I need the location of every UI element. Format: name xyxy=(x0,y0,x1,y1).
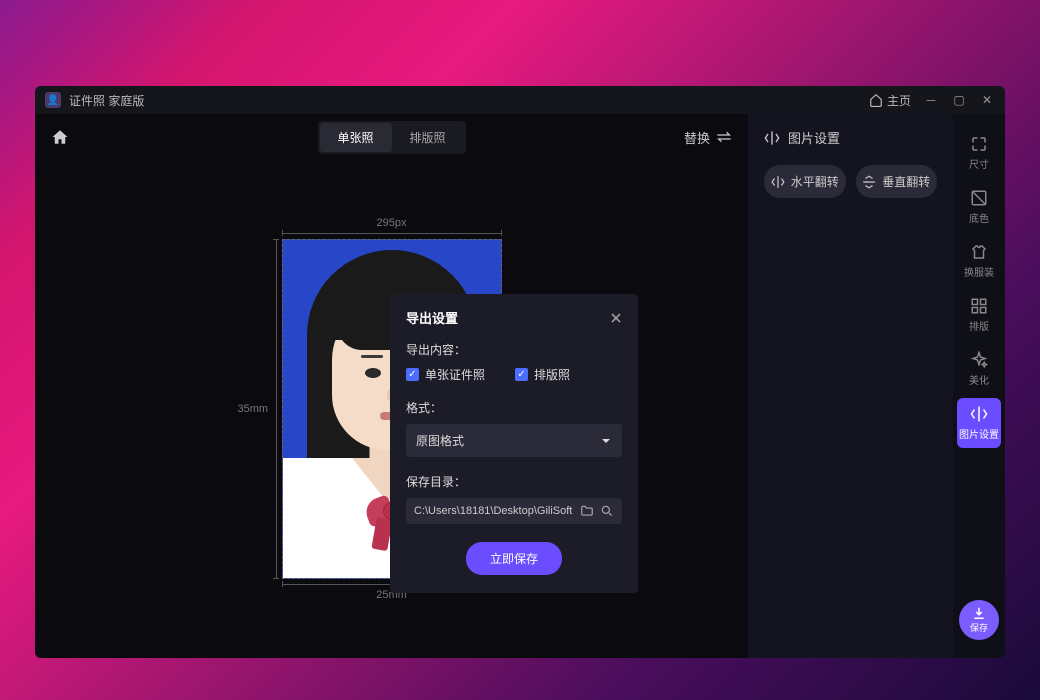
size-icon xyxy=(970,135,988,153)
swap-button[interactable]: 替换 xyxy=(684,128,732,147)
flip-horizontal-button[interactable]: 水平翻转 xyxy=(764,165,846,198)
maximize-button[interactable]: ▢ xyxy=(951,92,967,108)
browse-folder-button[interactable] xyxy=(580,504,594,518)
flip-h-icon xyxy=(771,175,785,189)
background-icon xyxy=(970,189,988,207)
minimize-button[interactable]: ─ xyxy=(923,92,939,108)
modal-title: 导出设置 xyxy=(406,308,458,327)
save-dir-input[interactable]: C:\Users\18181\Desktop\GiliSoft ID xyxy=(414,505,574,517)
rail-beauty-label: 美化 xyxy=(969,372,989,387)
flip-h-label: 水平翻转 xyxy=(791,173,839,190)
rail-background[interactable]: 底色 xyxy=(957,182,1001,232)
right-rail: 尺寸 底色 换服装 排版 美化 图片设置 xyxy=(953,114,1005,658)
swap-label: 替换 xyxy=(684,128,710,147)
format-label: 格式： xyxy=(406,399,622,416)
panel-header: 图片设置 xyxy=(764,128,937,147)
dimension-left: 35mm xyxy=(238,403,269,415)
rail-layout-label: 排版 xyxy=(969,318,989,333)
format-value: 原图格式 xyxy=(416,432,464,449)
modal-close-button[interactable] xyxy=(610,312,622,324)
rail-clothes[interactable]: 换服装 xyxy=(957,236,1001,286)
titlebar: 👤 证件照 家庭版 主页 ─ ▢ ✕ xyxy=(35,86,1005,114)
swap-icon xyxy=(716,131,732,143)
save-fab-button[interactable]: 保存 xyxy=(959,600,999,640)
close-button[interactable]: ✕ xyxy=(979,92,995,108)
checkbox-layout-label: 排版照 xyxy=(534,366,570,383)
export-settings-modal: 导出设置 导出内容： ✓ 单张证件照 ✓ 排版照 xyxy=(390,294,638,593)
home-icon xyxy=(869,93,883,107)
rail-layout[interactable]: 排版 xyxy=(957,290,1001,340)
titlebar-home-button[interactable]: 主页 xyxy=(869,92,911,109)
ruler-top xyxy=(282,233,502,234)
rail-image-settings[interactable]: 图片设置 xyxy=(957,398,1001,448)
export-content-label: 导出内容： xyxy=(406,341,622,358)
app-logo: 👤 xyxy=(45,92,61,108)
rail-size[interactable]: 尺寸 xyxy=(957,128,1001,178)
rail-bg-label: 底色 xyxy=(969,210,989,225)
export-save-button[interactable]: 立即保存 xyxy=(466,542,562,575)
tab-single[interactable]: 单张照 xyxy=(319,123,391,152)
panel-title: 图片设置 xyxy=(788,128,840,147)
flip-v-icon xyxy=(862,175,876,189)
flip-v-label: 垂直翻转 xyxy=(882,173,930,190)
canvas-area: 295px 35mm 25mm xyxy=(35,160,748,658)
save-fab-label: 保存 xyxy=(970,621,988,634)
checkbox-single-label: 单张证件照 xyxy=(425,366,485,383)
check-icon: ✓ xyxy=(406,368,419,381)
folder-icon xyxy=(580,504,594,518)
format-select[interactable]: 原图格式 xyxy=(406,424,622,457)
flip-vertical-button[interactable]: 垂直翻转 xyxy=(856,165,938,198)
dimension-top: 295px xyxy=(282,217,502,229)
rail-image-settings-label: 图片设置 xyxy=(959,426,999,441)
mode-tabs: 单张照 排版照 xyxy=(317,121,465,154)
save-dir-row: C:\Users\18181\Desktop\GiliSoft ID xyxy=(406,498,622,524)
chevron-down-icon xyxy=(600,435,612,447)
check-icon: ✓ xyxy=(515,368,528,381)
main-area: 单张照 排版照 替换 295px 35mm 25mm xyxy=(35,114,748,658)
mirror-icon xyxy=(970,405,988,423)
mirror-icon xyxy=(764,130,780,146)
home-button[interactable] xyxy=(51,128,69,146)
rail-clothes-label: 换服装 xyxy=(964,264,994,279)
app-title: 证件照 家庭版 xyxy=(69,92,869,109)
tab-layout[interactable]: 排版照 xyxy=(392,123,464,152)
checkbox-single[interactable]: ✓ 单张证件照 xyxy=(406,366,485,383)
checkbox-layout[interactable]: ✓ 排版照 xyxy=(515,366,570,383)
home-icon xyxy=(51,128,69,146)
rail-size-label: 尺寸 xyxy=(969,156,989,171)
ruler-left xyxy=(276,239,277,579)
shirt-icon xyxy=(970,243,988,261)
save-dir-label: 保存目录： xyxy=(406,473,622,490)
download-icon xyxy=(972,606,986,620)
side-panel: 图片设置 水平翻转 垂直翻转 xyxy=(748,114,953,658)
grid-icon xyxy=(970,297,988,315)
titlebar-home-label: 主页 xyxy=(887,92,911,109)
rail-beauty[interactable]: 美化 xyxy=(957,344,1001,394)
app-body: 单张照 排版照 替换 295px 35mm 25mm xyxy=(35,114,1005,658)
sparkle-icon xyxy=(970,351,988,369)
close-icon xyxy=(610,312,622,324)
search-icon xyxy=(600,504,614,518)
toolbar: 单张照 排版照 替换 xyxy=(35,114,748,160)
search-folder-button[interactable] xyxy=(600,504,614,518)
app-window: 👤 证件照 家庭版 主页 ─ ▢ ✕ 单张照 排版照 替换 xyxy=(35,86,1005,658)
